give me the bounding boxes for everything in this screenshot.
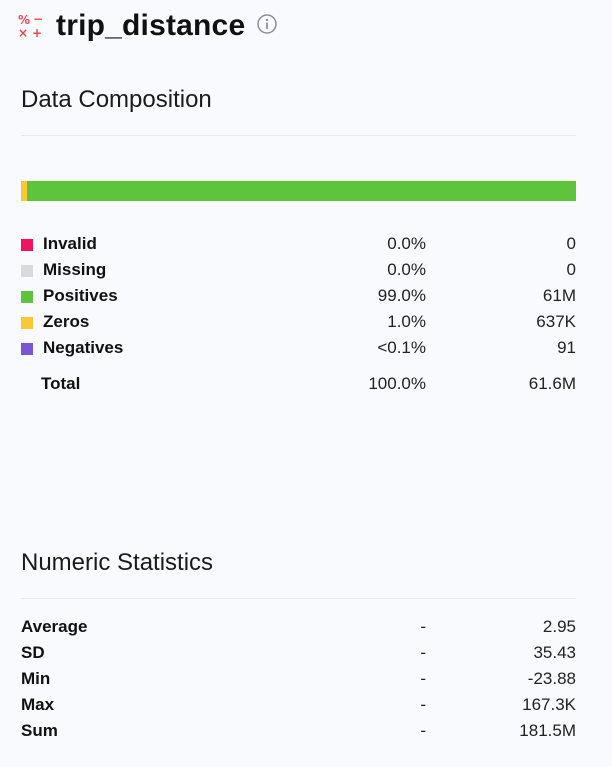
row-count: 91: [557, 338, 576, 357]
column-header: % − × + trip_distance: [18, 8, 278, 44]
composition-row-missing: Missing 0.0% 0: [21, 257, 576, 283]
row-percent: 0.0%: [387, 260, 426, 279]
total-count: 61.6M: [528, 374, 576, 393]
stat-dash: -: [420, 617, 426, 636]
stat-dash: -: [420, 669, 426, 688]
stat-value: 181.5M: [519, 721, 576, 740]
row-label: Invalid: [43, 234, 97, 253]
stat-dash: -: [420, 721, 426, 740]
positives-swatch: [21, 291, 33, 303]
row-count: 0: [566, 260, 576, 279]
stat-label: Average: [21, 617, 88, 636]
divider: [21, 598, 576, 599]
stat-label: SD: [21, 643, 45, 662]
row-count: 61M: [542, 286, 576, 305]
divider: [21, 135, 576, 136]
row-label: Missing: [43, 260, 107, 279]
info-icon[interactable]: [257, 14, 278, 34]
stat-dash: -: [420, 643, 426, 662]
composition-row-total: Total 100.0% 61.6M: [21, 371, 576, 397]
stat-value: 2.95: [542, 617, 576, 636]
stat-value: 35.43: [533, 643, 576, 662]
stat-label: Sum: [21, 721, 58, 740]
row-count: 0: [566, 234, 576, 253]
row-percent: 1.0%: [387, 312, 426, 331]
stat-value: -23.88: [527, 669, 576, 688]
stat-dash: -: [420, 695, 426, 714]
stat-row-max: Max - 167.3K: [21, 692, 576, 718]
total-percent: 100.0%: [368, 374, 426, 393]
composition-row-zeros: Zeros 1.0% 637K: [21, 309, 576, 335]
stat-row-average: Average - 2.95: [21, 614, 576, 640]
row-label: Negatives: [43, 338, 124, 357]
stat-row-sd: SD - 35.43: [21, 640, 576, 666]
invalid-swatch: [21, 239, 33, 251]
row-percent: 0.0%: [387, 234, 426, 253]
row-percent: <0.1%: [377, 338, 426, 357]
zeros-swatch: [21, 317, 33, 329]
stat-label: Min: [21, 669, 51, 688]
numeric-operators-icon: % − × +: [18, 12, 44, 40]
numeric-statistics-title: Numeric Statistics: [21, 549, 214, 576]
row-label: Zeros: [43, 312, 90, 331]
row-label: Positives: [43, 286, 118, 305]
stat-value: 167.3K: [522, 695, 576, 714]
composition-row-positives: Positives 99.0% 61M: [21, 283, 576, 309]
row-count: 637K: [536, 312, 576, 331]
composition-row-negatives: Negatives <0.1% 91: [21, 335, 576, 361]
data-composition-title: Data Composition: [21, 86, 212, 113]
column-title: trip_distance: [56, 9, 246, 42]
total-label: Total: [41, 374, 81, 393]
missing-swatch: [21, 265, 33, 277]
composition-bar-positives: [26, 181, 576, 201]
stat-row-min: Min - -23.88: [21, 666, 576, 692]
negatives-swatch: [21, 343, 33, 355]
composition-bar: [21, 181, 576, 201]
stat-label: Max: [21, 695, 55, 714]
row-percent: 99.0%: [377, 286, 426, 305]
stat-row-sum: Sum - 181.5M: [21, 718, 576, 744]
composition-row-invalid: Invalid 0.0% 0: [21, 231, 576, 257]
